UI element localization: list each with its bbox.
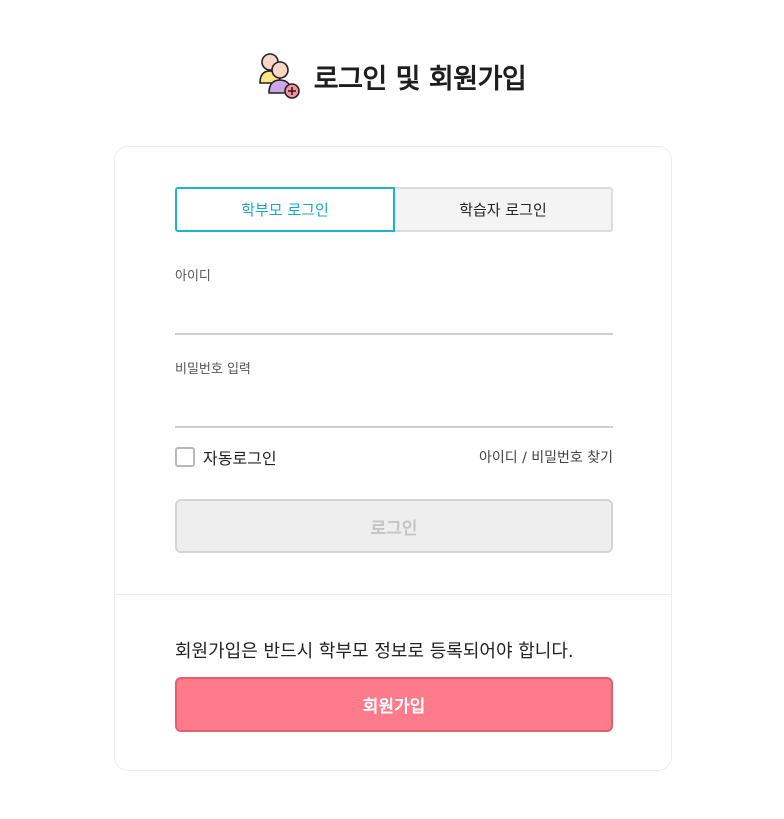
signup-note: 회원가입은 반드시 학부모 정보로 등록되어야 합니다.: [175, 641, 574, 662]
id-label: 아이디: [175, 269, 211, 284]
divider: [115, 594, 671, 595]
autologin-label: 자동로그인: [203, 449, 277, 468]
password-label: 비밀번호 입력: [175, 362, 251, 377]
password-input[interactable]: [175, 392, 613, 428]
find-id-password-link[interactable]: 아이디 / 비밀번호 찾기: [479, 447, 613, 467]
login-button[interactable]: 로그인: [175, 499, 613, 553]
login-page: 로그인 및 회원가입 학부모 로그인 학습자 로그인 아이디 비밀번호 입력 자…: [0, 0, 784, 819]
autologin-checkbox[interactable]: [175, 447, 195, 467]
page-header: 로그인 및 회원가입: [0, 48, 784, 104]
tab-student-login[interactable]: 학습자 로그인: [395, 187, 613, 232]
autologin-toggle[interactable]: 자동로그인: [175, 445, 277, 469]
signup-button[interactable]: 회원가입: [175, 677, 613, 732]
id-input[interactable]: [175, 299, 613, 335]
login-type-tabs: 학부모 로그인 학습자 로그인: [175, 187, 613, 232]
page-title: 로그인 및 회원가입: [313, 63, 527, 95]
tab-parent-login[interactable]: 학부모 로그인: [175, 187, 395, 232]
login-options: 자동로그인 아이디 / 비밀번호 찾기: [175, 445, 613, 469]
users-add-icon: [258, 53, 300, 99]
login-card: 학부모 로그인 학습자 로그인 아이디 비밀번호 입력 자동로그인 아이디 / …: [114, 146, 672, 771]
